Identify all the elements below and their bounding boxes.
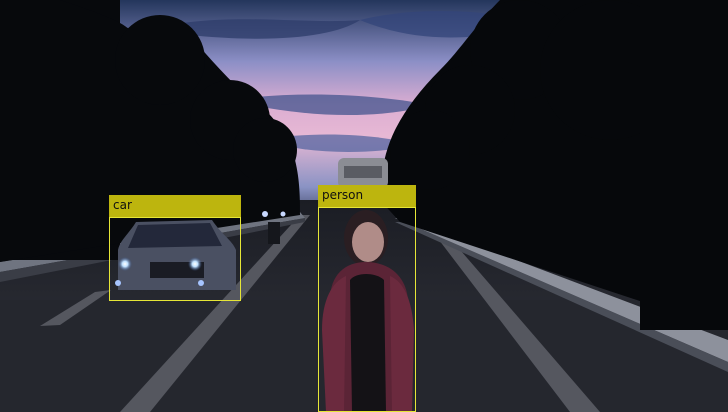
detection-label-car: car — [109, 195, 241, 217]
road-scene-photo: car person — [0, 0, 728, 412]
detection-person: person — [318, 185, 416, 412]
detection-box-person — [318, 207, 416, 412]
detection-label-person: person — [318, 185, 416, 207]
detection-box-car — [109, 217, 241, 301]
distant-truck — [338, 158, 388, 188]
detection-car: car — [109, 195, 241, 301]
